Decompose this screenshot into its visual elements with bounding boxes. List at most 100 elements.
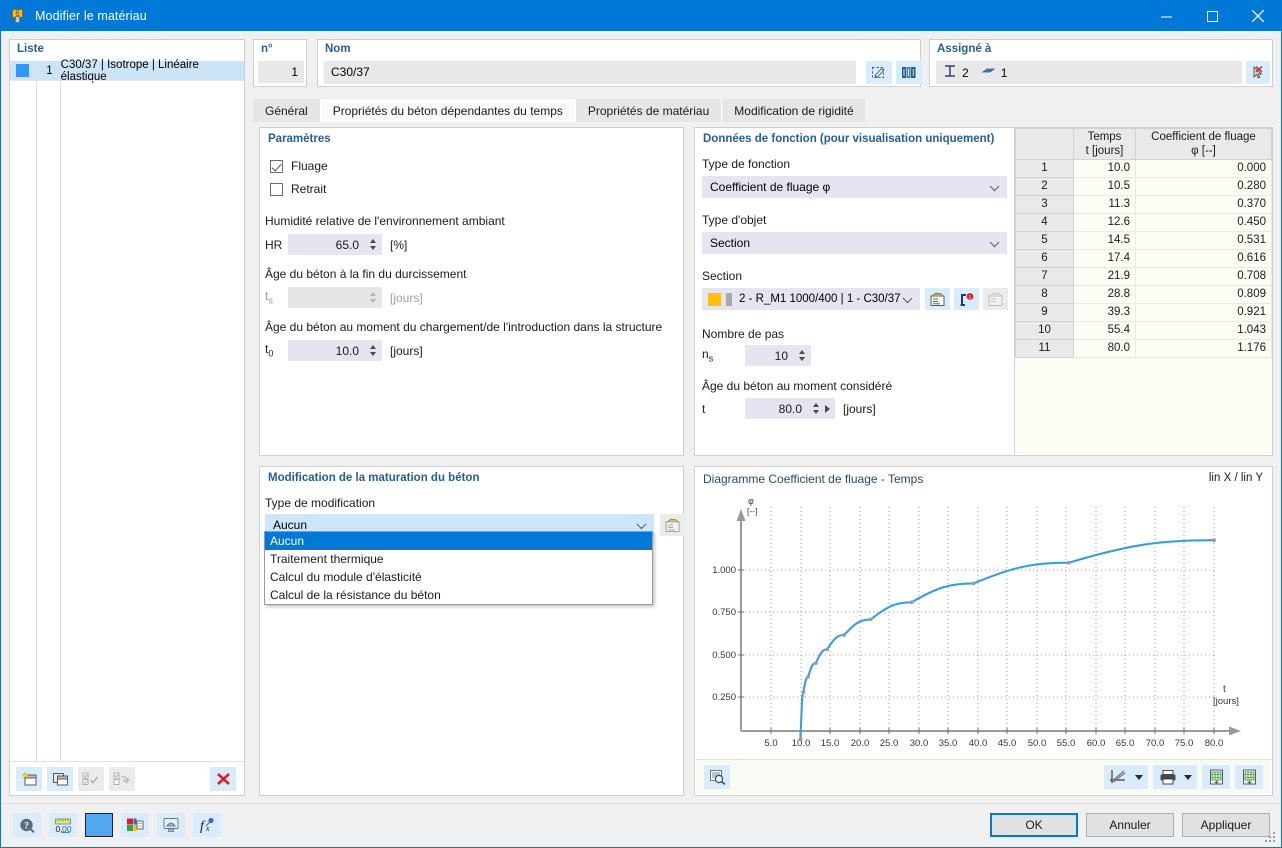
steps-symbol: ns [702, 347, 714, 364]
steps-input[interactable]: 10 [745, 345, 811, 366]
section-label: Section [702, 269, 743, 283]
function-type-select[interactable]: Coefficient de fluage φ [702, 176, 1007, 198]
display-properties-button[interactable] [121, 813, 149, 837]
section-shape-icon [726, 292, 732, 306]
loading-age-value: 10.0 [335, 343, 359, 358]
delete-material-button[interactable] [210, 766, 236, 791]
chart-x-axis: t [jours] [741, 684, 1241, 736]
table-row[interactable]: 11 80.0 1.176 [1015, 339, 1272, 358]
ok-button[interactable]: OK [990, 813, 1078, 837]
print-dropdown[interactable] [1183, 774, 1192, 780]
table-row[interactable]: 4 12.6 0.450 [1015, 213, 1272, 232]
svg-text:0.500: 0.500 [712, 650, 736, 661]
loading-age-stepper[interactable] [366, 340, 379, 361]
formula-button[interactable]: fx [193, 813, 221, 837]
considered-age-input[interactable]: 80.0 [745, 398, 835, 419]
shrinkage-checkbox[interactable] [270, 182, 283, 196]
creep-checkbox[interactable] [270, 159, 283, 173]
column-creep-coefficient: Coefficient de fluage φ [--] [1135, 128, 1272, 160]
table-row[interactable]: 2 10.5 0.280 [1015, 177, 1272, 196]
humidity-stepper[interactable] [366, 234, 379, 255]
apply-button[interactable]: Appliquer [1182, 813, 1270, 837]
invert-selection-button[interactable] [109, 766, 135, 791]
considered-age-next-icon[interactable] [825, 404, 830, 413]
chart-data-point [825, 647, 829, 652]
select-all-button[interactable] [78, 766, 104, 791]
parameters-title: Paramètres [268, 133, 331, 145]
svg-text:75.0: 75.0 [1175, 738, 1194, 749]
maturity-settings-icon[interactable] [660, 514, 685, 536]
dropdown-option-resistance-beton[interactable]: Calcul de la résistance du béton [265, 586, 652, 604]
section-new-icon[interactable] [983, 288, 1008, 310]
table-row[interactable]: 8 28.8 0.809 [1015, 285, 1272, 304]
pick-object-icon[interactable] [1246, 61, 1270, 84]
table-row[interactable]: 5 14.5 0.531 [1015, 231, 1272, 250]
footer-tool-buttons: ? 0, 00 fx [2, 813, 221, 837]
hardening-age-input[interactable] [288, 287, 382, 308]
function-values-table[interactable]: Temps t [jours] Coefficient de fluage φ … [1014, 127, 1273, 456]
maximize-button[interactable] [1189, 1, 1235, 31]
list-item[interactable]: 1 C30/37 | Isotrope | Linéaire élastique [10, 59, 244, 83]
export-excel-icon[interactable] [1202, 765, 1230, 789]
chart-style-dropdown[interactable] [1135, 774, 1143, 780]
table-row[interactable]: 10 55.4 1.043 [1015, 321, 1272, 340]
svg-text:65.0: 65.0 [1116, 738, 1135, 749]
svg-text:1: 1 [969, 295, 972, 301]
chart-zoom-icon[interactable] [704, 765, 730, 789]
material-library-icon[interactable] [896, 61, 922, 84]
dropdown-option-aucun[interactable]: Aucun [265, 532, 652, 550]
tab-stiffness-modification[interactable]: Modification de rigidité [722, 99, 867, 122]
new-material-button[interactable] [16, 766, 42, 791]
resize-grip[interactable] [1265, 832, 1277, 844]
units-button[interactable]: 0, 00 [49, 813, 77, 837]
tab-material-properties[interactable]: Propriétés de matériau [575, 99, 723, 122]
object-type-select[interactable]: Section [702, 232, 1007, 254]
chart-style-button[interactable] [1104, 765, 1148, 789]
close-button[interactable] [1235, 1, 1281, 31]
maturity-type-dropdown-list[interactable]: Aucun Traitement thermique Calcul du mod… [264, 531, 653, 605]
name-input[interactable]: C30/37 [324, 61, 856, 84]
considered-age-stepper[interactable] [809, 398, 822, 419]
svg-text:35.0: 35.0 [939, 738, 958, 749]
dropdown-option-traitement-thermique[interactable]: Traitement thermique [265, 550, 652, 568]
name-box: Nom C30/37 [317, 39, 922, 87]
svg-text:60.0: 60.0 [1087, 738, 1106, 749]
assigned-field[interactable]: 2 1 [936, 61, 1242, 84]
steps-stepper[interactable] [795, 345, 808, 366]
svg-text:0.750: 0.750 [712, 607, 736, 618]
help-button[interactable]: ? [13, 813, 41, 837]
humidity-input[interactable]: 65.0 [288, 234, 382, 255]
table-row[interactable]: 6 17.4 0.616 [1015, 249, 1272, 268]
shrinkage-checkbox-row[interactable]: Retrait [270, 182, 326, 196]
maturity-type-value: Aucun [273, 518, 308, 532]
object-type-label: Type d'objet [702, 213, 767, 227]
color-swatch-button[interactable] [85, 813, 113, 837]
dropdown-option-module-elasticite[interactable]: Calcul du module d'élasticité [265, 568, 652, 586]
section-select[interactable]: 2 - R_M1 1000/400 | 1 - C30/37 [702, 288, 920, 310]
print-button[interactable] [1153, 765, 1197, 789]
table-row[interactable]: 3 11.3 0.370 [1015, 195, 1272, 214]
humidity-unit: [%] [390, 237, 408, 252]
cancel-button[interactable]: Annuler [1086, 813, 1174, 837]
loading-age-label: Âge du béton au moment du chargement/de … [265, 320, 663, 334]
tab-time-dependent-concrete-properties[interactable]: Propriétés du béton dépendantes du temps [320, 99, 576, 122]
copy-material-button[interactable] [47, 766, 73, 791]
table-row[interactable]: 7 21.9 0.708 [1015, 267, 1272, 286]
object-type-value: Section [710, 236, 751, 250]
section-properties-icon[interactable] [925, 288, 950, 310]
loading-age-input[interactable]: 10.0 [288, 340, 382, 361]
section-info-icon[interactable]: 1 [954, 288, 979, 310]
creep-checkbox-row[interactable]: Fluage [270, 159, 328, 173]
material-list[interactable]: 1 C30/37 | Isotrope | Linéaire élastique [10, 59, 244, 761]
minimize-button[interactable] [1143, 1, 1189, 31]
view-button[interactable] [157, 813, 185, 837]
loading-age-unit: [jours] [390, 343, 423, 358]
table-row[interactable]: 9 39.3 0.921 [1015, 303, 1272, 322]
edit-material-icon[interactable] [866, 61, 892, 84]
number-field[interactable]: 1 [258, 61, 304, 83]
material-list-panel: Liste 1 C30/37 | Isotrope | Linéaire éla… [9, 39, 245, 796]
export-excel-table-icon[interactable] [1235, 765, 1263, 789]
material-color-swatch [16, 64, 29, 77]
table-row[interactable]: 1 10.0 0.000 [1015, 159, 1272, 178]
tab-general[interactable]: Général [253, 99, 321, 122]
